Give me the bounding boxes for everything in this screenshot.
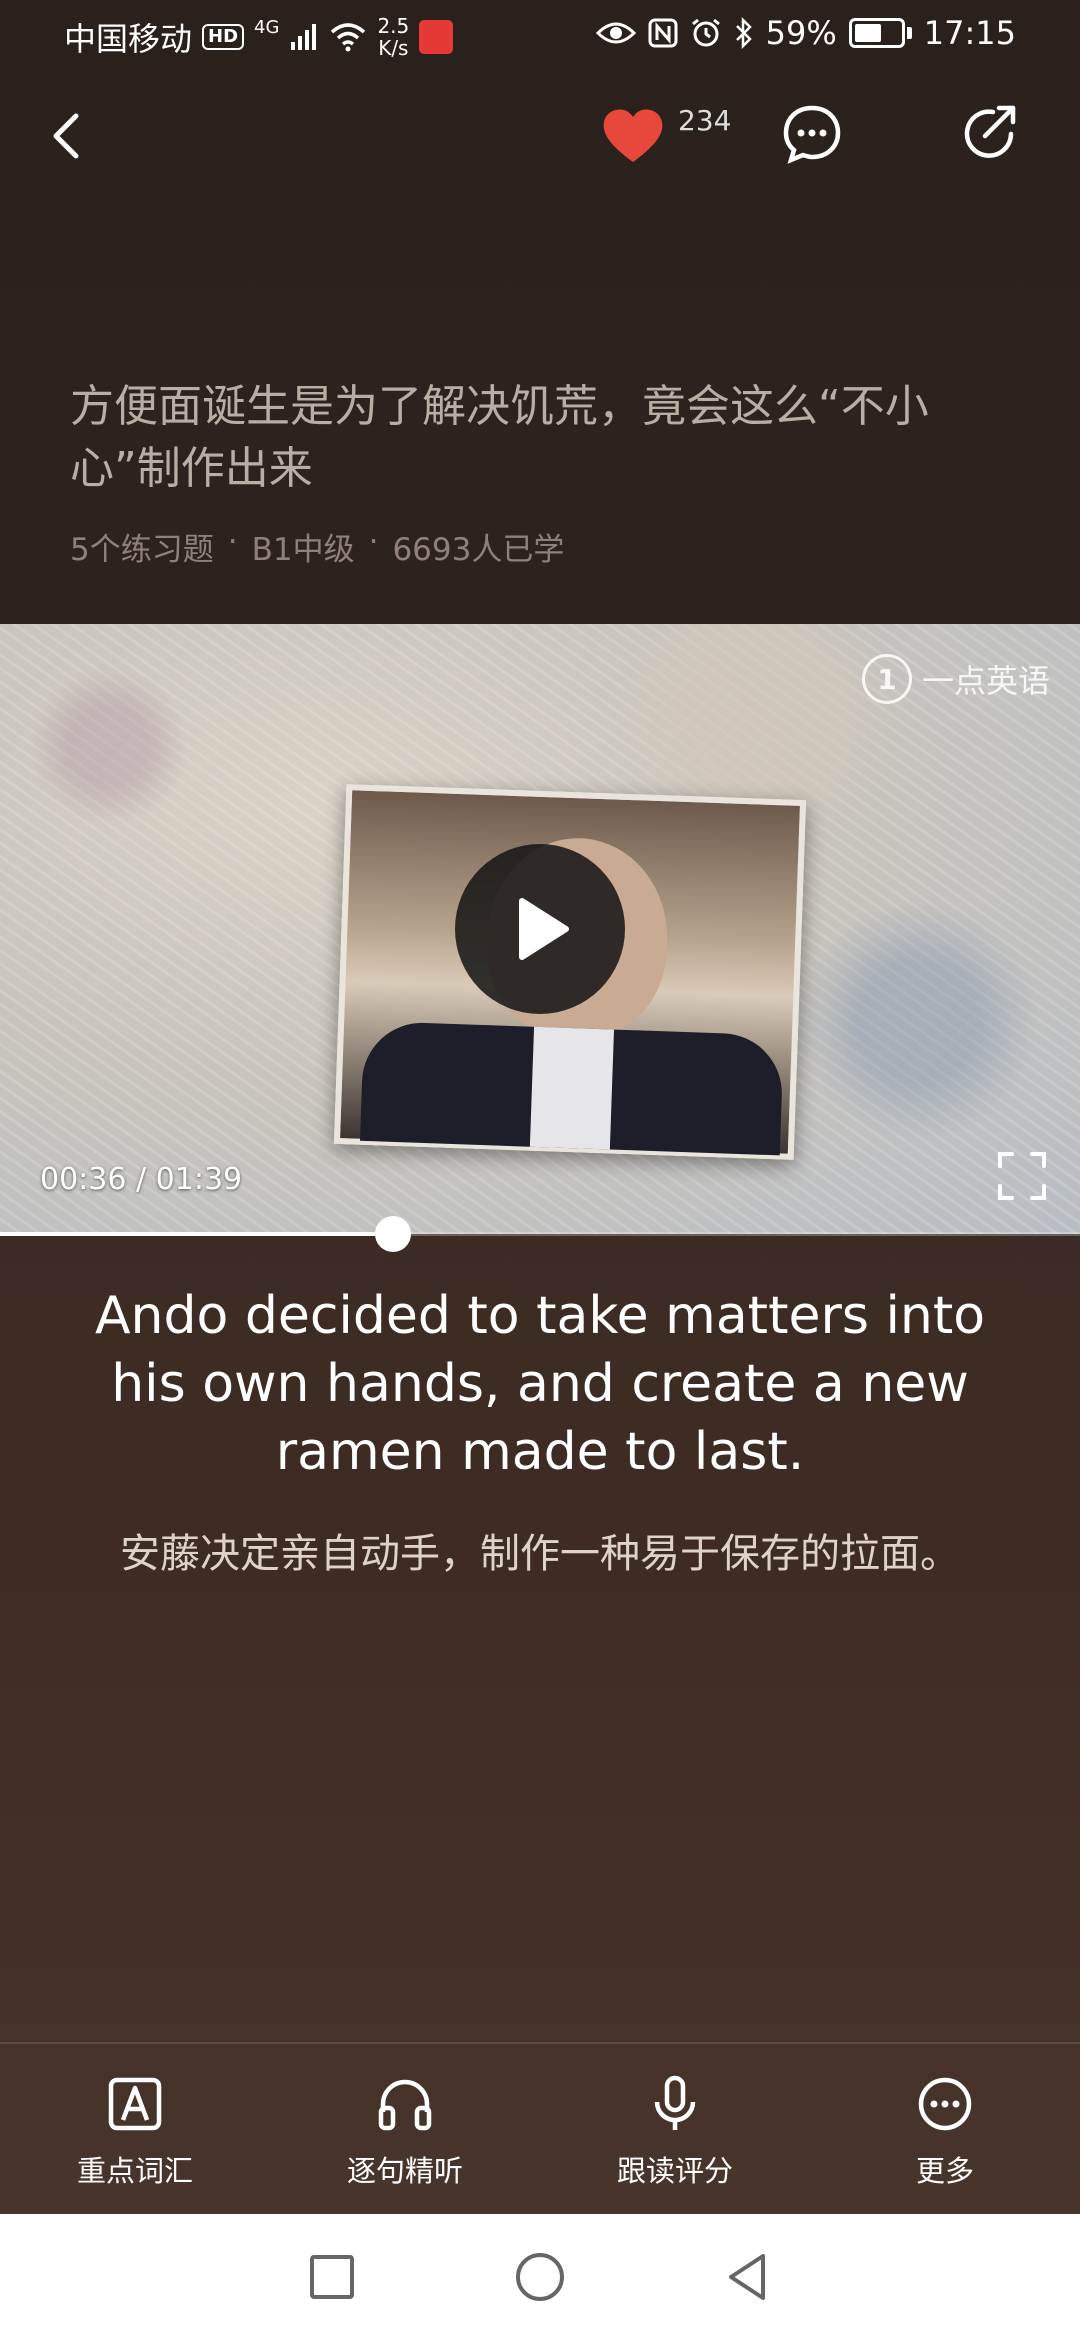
app-notification-icon xyxy=(419,20,454,54)
share-button[interactable] xyxy=(955,100,1023,168)
eye-icon xyxy=(595,22,636,44)
video-player[interactable]: 1 一点英语 00:36 / 01:39 xyxy=(0,624,1080,1234)
meta-separator: · xyxy=(227,524,238,560)
progress-fill xyxy=(0,1232,393,1236)
like-count: 234 xyxy=(678,104,732,137)
back-button[interactable] xyxy=(36,104,100,168)
back-nav-icon[interactable] xyxy=(719,2248,777,2306)
status-left: 中国移动 HD 4G 2.5 K/s xyxy=(64,14,454,60)
network-speed: 2.5 K/s xyxy=(377,15,409,59)
article-meta: 5个练习题 · B1中级 · 6693人已学 xyxy=(70,524,564,569)
watermark-text: 一点英语 xyxy=(921,662,1050,700)
carrier-label: 中国移动 xyxy=(64,20,193,58)
system-nav-bar xyxy=(0,2214,1080,2340)
fullscreen-icon xyxy=(998,1152,1046,1200)
current-time: 00:36 xyxy=(40,1162,127,1197)
learner-count: 6693人已学 xyxy=(392,532,565,568)
speed-value: 2.5 xyxy=(377,14,410,38)
chinese-subtitle: 安藤决定亲自动手，制作一种易于保存的拉面。 xyxy=(120,1531,960,1577)
battery-tip xyxy=(906,27,912,39)
fullscreen-button[interactable] xyxy=(994,1148,1050,1204)
more-button[interactable]: 更多 xyxy=(810,2044,1080,2214)
hd-badge: HD xyxy=(202,24,245,50)
network-label: 4G xyxy=(254,16,280,38)
signal-icon xyxy=(291,24,317,50)
tool-label: 更多 xyxy=(915,2154,974,2188)
play-button[interactable] xyxy=(455,844,625,1014)
like-button[interactable] xyxy=(598,102,668,172)
time-separator: / xyxy=(136,1162,156,1197)
sentence-listen-button[interactable]: 逐句精听 xyxy=(270,2044,540,2214)
photo-shirt xyxy=(529,1026,615,1150)
screen: 中国移动 HD 4G 2.5 K/s 59% 17:15 234 方便面诞生是为… xyxy=(0,0,1080,2340)
exercise-count: 5个练习题 xyxy=(70,532,214,568)
status-right: 59% 17:15 xyxy=(595,14,1016,52)
total-time: 01:39 xyxy=(155,1162,243,1197)
wifi-icon xyxy=(331,23,366,52)
headphones-icon xyxy=(378,2079,432,2131)
vocabulary-button[interactable]: 重点词汇 xyxy=(0,2044,270,2214)
more-icon xyxy=(918,2077,972,2131)
read-along-button[interactable]: 跟读评分 xyxy=(540,2044,810,2214)
comment-icon xyxy=(783,105,841,164)
bottom-toolbar: 重点词汇 逐句精听 跟读评分 更多 xyxy=(0,2042,1080,2214)
meta-separator: · xyxy=(368,524,379,560)
alarm-icon xyxy=(691,18,720,47)
clock: 17:15 xyxy=(923,14,1016,52)
recent-apps-icon[interactable] xyxy=(303,2248,361,2306)
vocabulary-icon xyxy=(108,2077,162,2131)
microphone-icon xyxy=(654,2075,696,2130)
video-time: 00:36 / 01:39 xyxy=(40,1162,242,1197)
comment-button[interactable] xyxy=(778,100,846,168)
battery-percent: 59% xyxy=(765,14,837,52)
tool-label: 逐句精听 xyxy=(346,2154,463,2188)
home-icon[interactable] xyxy=(511,2248,569,2306)
status-bar: 中国移动 HD 4G 2.5 K/s 59% 17:15 xyxy=(0,0,1080,76)
nfc-icon xyxy=(648,18,678,48)
article-title: 方便面诞生是为了解决饥荒，竟会这么“不小心”制作出来 xyxy=(70,381,929,494)
video-progress-bar[interactable] xyxy=(0,1216,1080,1252)
bluetooth-icon xyxy=(735,17,752,49)
chevron-left-icon xyxy=(53,113,79,159)
speed-unit: K/s xyxy=(378,36,409,60)
battery-icon xyxy=(848,18,905,48)
tool-label: 跟读评分 xyxy=(616,2154,733,2188)
english-subtitle[interactable]: Ando decided to take matters into his ow… xyxy=(60,1282,1020,1486)
watermark-logo-icon: 1 xyxy=(861,654,912,704)
top-nav: 234 xyxy=(0,86,1080,186)
play-icon xyxy=(519,898,569,960)
share-icon xyxy=(964,105,1016,158)
progress-thumb[interactable] xyxy=(374,1216,411,1252)
level-label: B1中级 xyxy=(251,532,355,568)
tool-label: 重点词汇 xyxy=(76,2154,193,2188)
video-watermark: 1 一点英语 xyxy=(861,654,1050,704)
heart-icon xyxy=(603,109,663,162)
